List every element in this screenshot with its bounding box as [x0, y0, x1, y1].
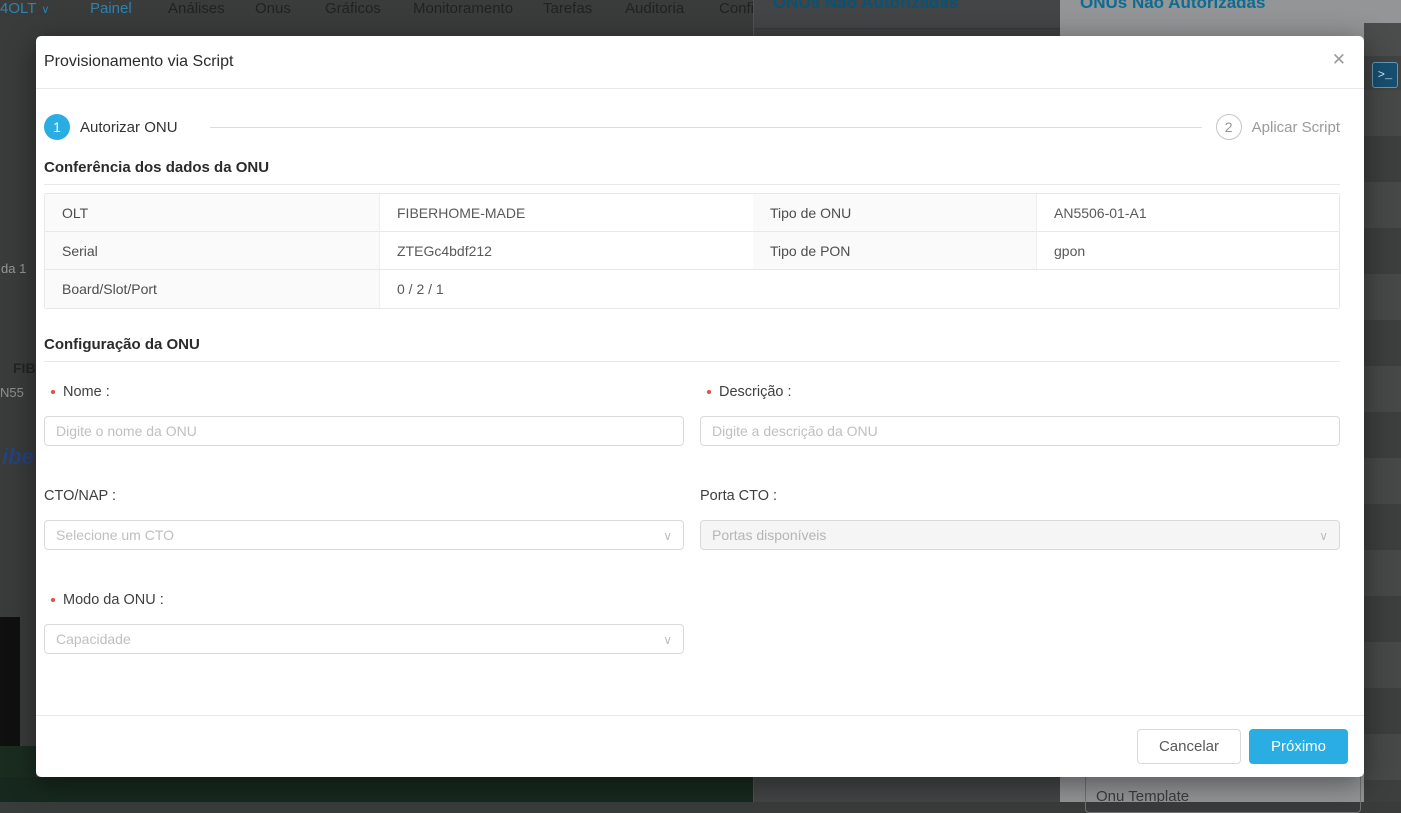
bg-text-fragment: N55 [0, 385, 24, 400]
step-2-label: Aplicar Script [1252, 119, 1340, 136]
panel-heading: ONUs Não Autorizadas [1080, 0, 1265, 13]
bg-table-band [1364, 23, 1401, 56]
onu-template-field[interactable]: Onu Template [1085, 773, 1361, 813]
nav-item-graficos[interactable]: Gráficos [325, 0, 381, 17]
table-label: Board/Slot/Port [45, 270, 380, 308]
modo-onu-select-placeholder: Capacidade [56, 631, 131, 647]
section-title-configuracao: Configuração da ONU [44, 336, 200, 353]
table-label: Tipo de PON [753, 232, 1037, 270]
table-value: gpon [1037, 232, 1339, 270]
close-icon[interactable]: ✕ [1332, 51, 1346, 68]
provisioning-modal: Provisionamento via Script ✕ 1 Autorizar… [36, 36, 1364, 777]
bg-table-stripe-column: >_ [1364, 0, 1401, 802]
required-asterisk [51, 598, 55, 602]
onu-data-table: OLT FIBERHOME-MADE Tipo de ONU AN5506-01… [44, 193, 1340, 309]
step-2-indicator: 2 [1216, 114, 1242, 140]
modo-onu-select[interactable]: Capacidade ∨ [44, 624, 684, 654]
table-label: OLT [45, 194, 380, 232]
table-value: ZTEGc4bdf212 [380, 232, 753, 270]
cancel-button[interactable]: Cancelar [1137, 729, 1241, 764]
modal-title: Provisionamento via Script [44, 53, 233, 71]
step-connector-line [210, 127, 1202, 128]
nav-item-monitoramento[interactable]: Monitoramento [413, 0, 513, 17]
chevron-down-icon: ∨ [41, 4, 49, 16]
nav-item-painel[interactable]: Painel [90, 0, 132, 17]
table-value: 0 / 2 / 1 [380, 270, 1339, 308]
nav-olt-dropdown[interactable]: 4OLT∨ [0, 0, 49, 19]
modal-footer: Cancelar Próximo [36, 715, 1364, 777]
screen: { "colors": { "accent_blue": "#29ade3", … [0, 0, 1401, 802]
porta-cto-select-placeholder: Portas disponíveis [712, 527, 826, 543]
bg-table-rows [1364, 90, 1401, 802]
bg-terminal-corner [0, 746, 36, 777]
required-asterisk [51, 390, 55, 394]
chevron-down-icon: ∨ [663, 529, 672, 543]
panel-heading: ONUs Não Autorizadas [773, 0, 958, 13]
modo-onu-label: Modo da ONU : [51, 592, 164, 608]
bg-text-fragment: da 1 [1, 261, 26, 276]
nav-item-auditoria[interactable]: Auditoria [625, 0, 684, 17]
terminal-icon[interactable]: >_ [1372, 62, 1398, 88]
section-title-conferencia: Conferência dos dados da ONU [44, 159, 269, 176]
fiberhome-logo-fragment: ibe [2, 444, 34, 470]
modal-header: Provisionamento via Script ✕ [36, 36, 1364, 89]
section-divider [44, 361, 1340, 362]
nome-input[interactable] [44, 416, 684, 446]
porta-cto-select-disabled[interactable]: Portas disponíveis ∨ [700, 520, 1340, 550]
chevron-down-icon: ∨ [663, 633, 672, 647]
nome-label: Nome : [51, 384, 110, 400]
cto-select[interactable]: Selecione um CTO ∨ [44, 520, 684, 550]
table-value: FIBERHOME-MADE [380, 194, 753, 232]
chevron-down-icon: ∨ [1319, 529, 1328, 543]
table-label: Tipo de ONU [753, 194, 1037, 232]
steps-bar: 1 Autorizar ONU 2 Aplicar Script [44, 114, 1340, 140]
section-divider [44, 184, 1340, 185]
cto-select-placeholder: Selecione um CTO [56, 527, 174, 543]
descricao-input[interactable] [700, 416, 1340, 446]
table-value: AN5506-01-A1 [1037, 194, 1339, 232]
next-button[interactable]: Próximo [1249, 729, 1348, 764]
descricao-label: Descrição : [707, 384, 792, 400]
bg-dark-strip [0, 617, 20, 746]
step-1-label: Autorizar ONU [80, 119, 178, 136]
cto-nap-label: CTO/NAP : [44, 488, 116, 504]
bg-terminal-bar [0, 777, 753, 802]
nav-item-analises[interactable]: Análises [168, 0, 225, 17]
table-label: Serial [45, 232, 380, 270]
nav-item-onus[interactable]: Onus [255, 0, 291, 17]
required-asterisk [707, 390, 711, 394]
bg-table-band: >_ [1364, 56, 1401, 90]
nav-item-tarefas[interactable]: Tarefas [543, 0, 592, 17]
step-1-indicator: 1 [44, 114, 70, 140]
porta-cto-label: Porta CTO : [700, 488, 777, 504]
bg-text-fragment: FIB [13, 360, 36, 376]
